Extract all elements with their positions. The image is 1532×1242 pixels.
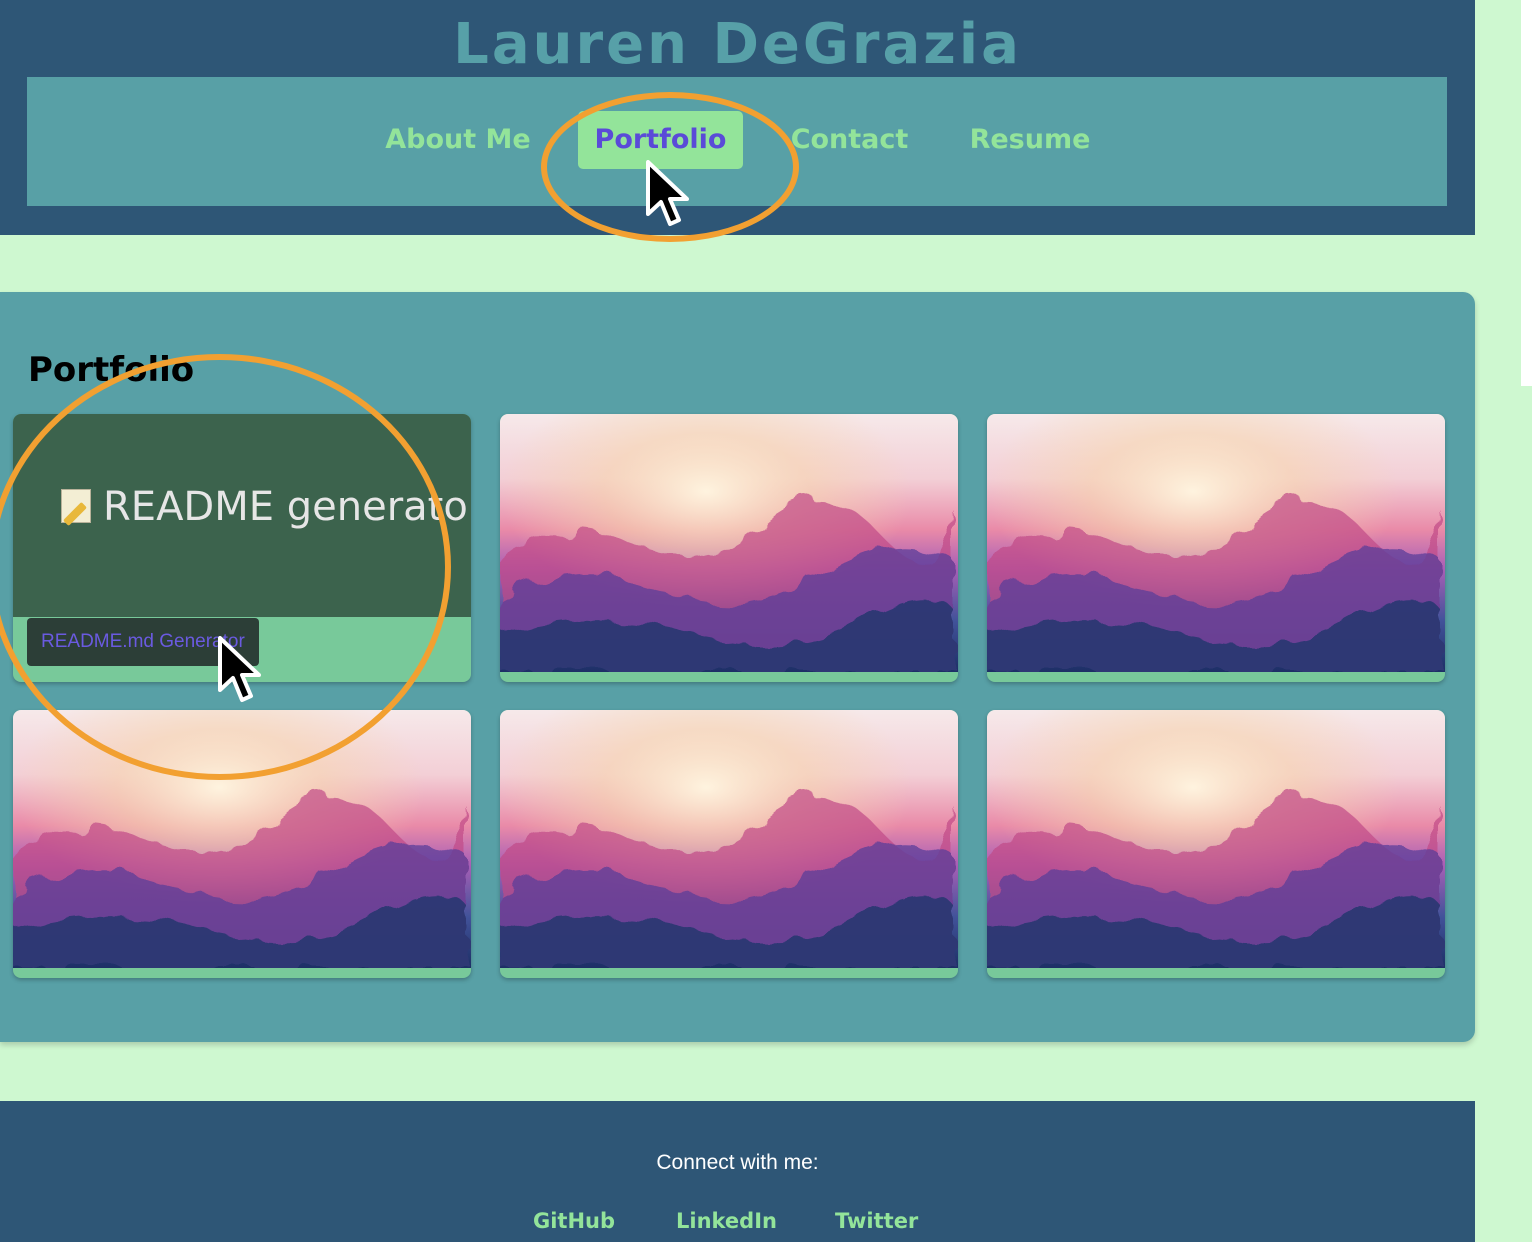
linkedin-link[interactable]: LinkedIn <box>676 1209 777 1233</box>
readme-thumbnail[interactable]: README generator <box>13 414 471 617</box>
nav-portfolio[interactable]: Portfolio <box>578 111 743 169</box>
portfolio-card-readme[interactable]: README generator README.md Generator <box>13 414 471 682</box>
nav-resume[interactable]: Resume <box>963 111 1097 169</box>
memo-icon <box>61 489 91 523</box>
portfolio-title: Portfolio <box>28 350 195 390</box>
portfolio-section: Portfolio README generator README.md Gen… <box>0 292 1475 1042</box>
portfolio-card-6[interactable] <box>987 710 1445 978</box>
github-link[interactable]: GitHub <box>533 1209 615 1233</box>
watercolor-image[interactable] <box>500 710 958 968</box>
twitter-link[interactable]: Twitter <box>835 1209 918 1233</box>
portfolio-card-2[interactable] <box>500 414 958 682</box>
site-title: Lauren DeGrazia <box>453 12 1022 77</box>
page-right-edge <box>1521 0 1532 386</box>
watercolor-image[interactable] <box>987 414 1445 672</box>
site-footer: Connect with me: GitHub LinkedIn Twitter <box>0 1101 1475 1242</box>
nav-about-me[interactable]: About Me <box>373 111 543 169</box>
watercolor-image[interactable] <box>987 710 1445 968</box>
nav-contact[interactable]: Contact <box>787 111 912 169</box>
readme-generator-link[interactable]: README.md Generator <box>27 618 259 666</box>
watercolor-image[interactable] <box>13 710 471 968</box>
main-nav: About Me Portfolio Contact Resume <box>27 77 1447 206</box>
connect-text: Connect with me: <box>656 1151 819 1174</box>
portfolio-card-3[interactable] <box>987 414 1445 682</box>
portfolio-card-5[interactable] <box>500 710 958 978</box>
portfolio-card-4[interactable] <box>13 710 471 978</box>
site-header: Lauren DeGrazia About Me Portfolio Conta… <box>0 0 1475 235</box>
watercolor-image[interactable] <box>500 414 958 672</box>
readme-thumbnail-text: README generator <box>61 484 471 530</box>
